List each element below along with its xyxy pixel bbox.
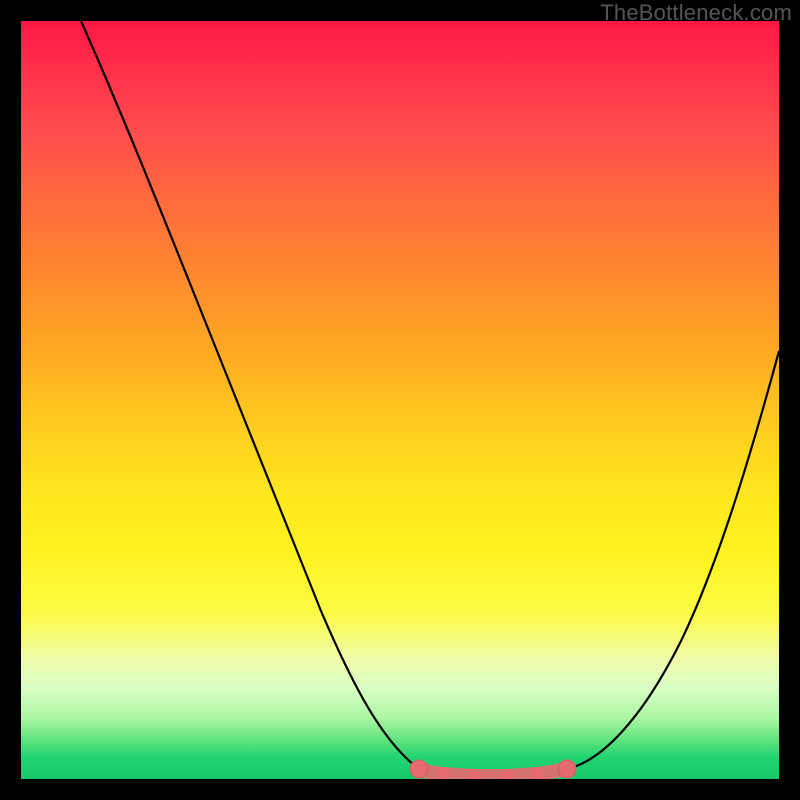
right-curve <box>567 351 779 769</box>
curve-layer <box>21 21 779 779</box>
chart-stage: TheBottleneck.com <box>0 0 800 800</box>
plot-area <box>21 21 779 779</box>
valley-dot-right <box>558 760 576 778</box>
watermark-text: TheBottleneck.com <box>600 0 792 26</box>
valley-dot-left <box>410 760 428 778</box>
left-curve <box>81 21 419 769</box>
